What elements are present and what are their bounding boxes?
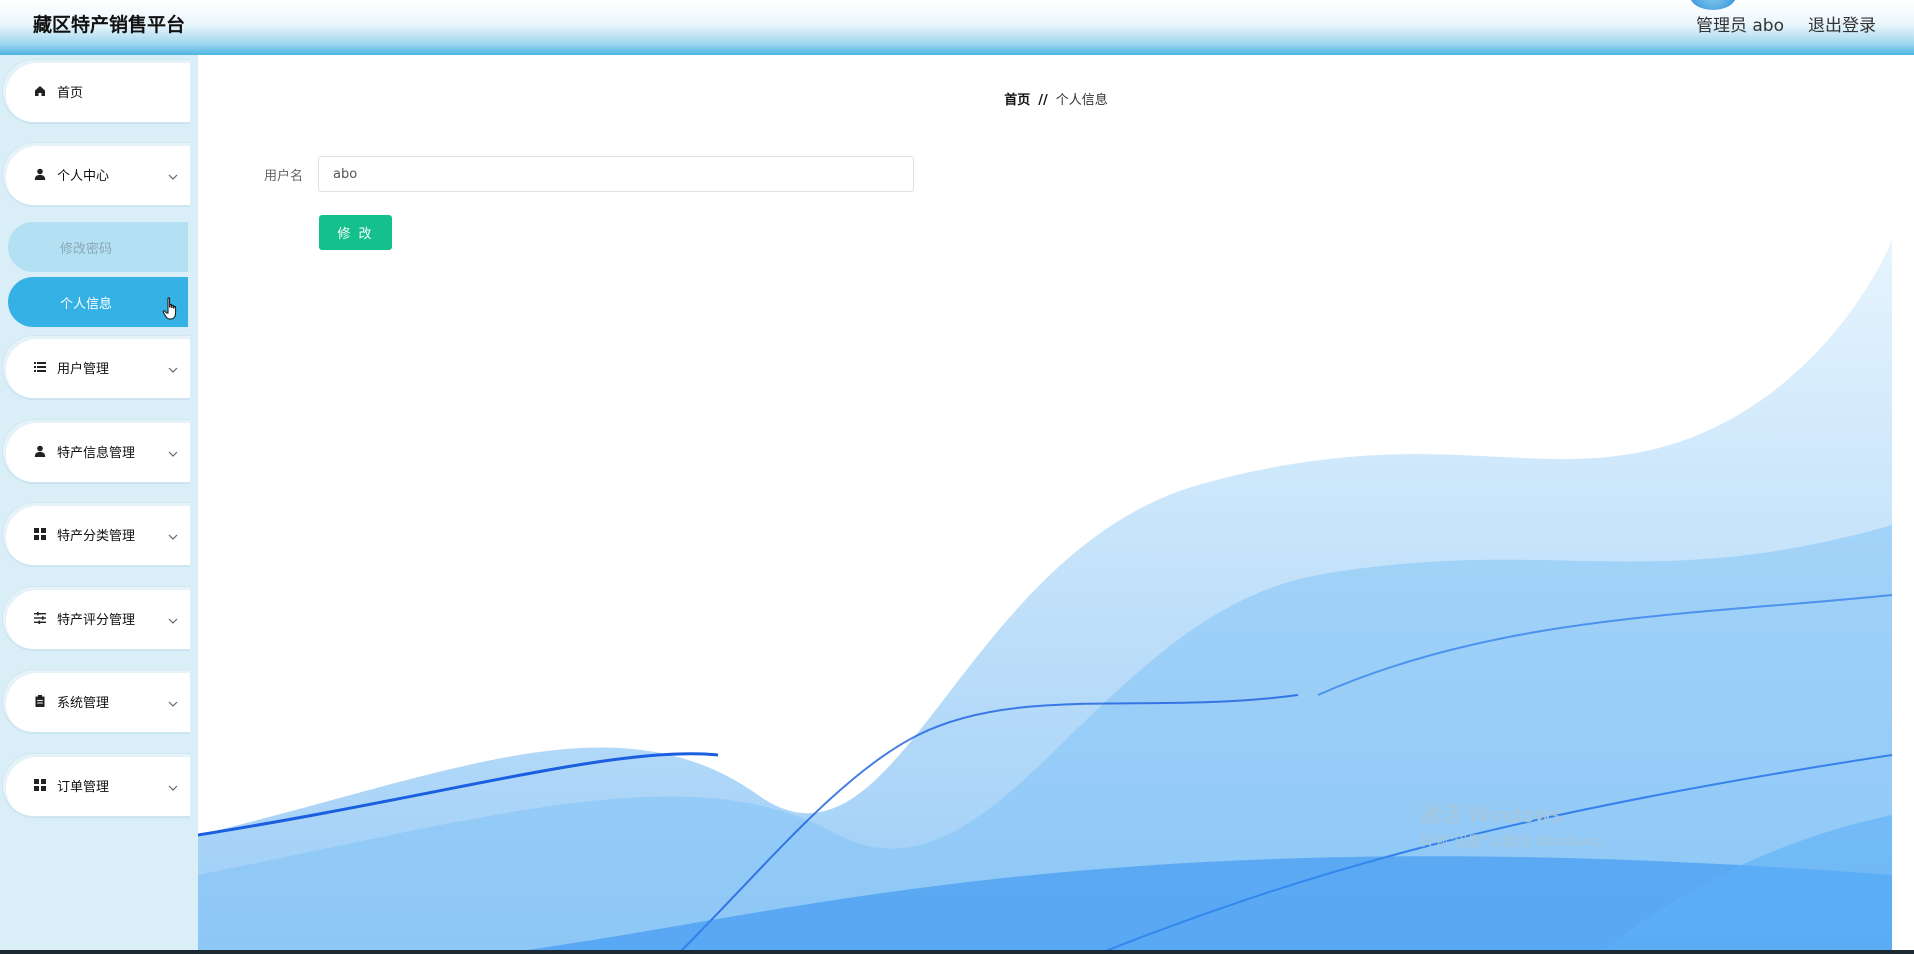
logout-button[interactable]: 退出登录 xyxy=(1808,11,1876,36)
chevron-down-icon xyxy=(168,169,178,184)
sidebar-item-label: 特产分类管理 xyxy=(57,528,136,544)
chevron-down-icon xyxy=(168,362,178,377)
main-content: 首页 // 个人信息 用户名 修 改 xyxy=(198,55,1914,954)
home-icon xyxy=(33,84,47,98)
sidebar-item-label: 系统管理 xyxy=(57,695,110,711)
sidebar-item-label: 特产评分管理 xyxy=(57,612,136,628)
sidebar-subitem-label: 修改密码 xyxy=(60,241,113,257)
sidebar-item-personal-center[interactable]: 个人中心 xyxy=(2,142,190,206)
hand-cursor-icon xyxy=(162,297,177,320)
grid-icon xyxy=(33,778,47,792)
username-input[interactable] xyxy=(318,156,914,192)
sidebar-item-rating[interactable]: 特产评分管理 xyxy=(2,586,190,650)
sidebar-item-label: 用户管理 xyxy=(57,361,110,377)
sliders-icon xyxy=(33,611,47,625)
watermark-line2: 转到"设置"以激活 Windows。 xyxy=(1420,834,1612,850)
taskbar-edge xyxy=(0,950,1914,954)
chevron-down-icon xyxy=(168,696,178,711)
app-title: 藏区特产销售平台 xyxy=(33,14,186,36)
breadcrumb-separator: // xyxy=(1038,93,1048,108)
sidebar-item-home[interactable]: 首页 xyxy=(2,59,190,123)
sidebar-item-label: 订单管理 xyxy=(57,779,110,795)
clipboard-icon xyxy=(33,694,47,708)
sidebar-item-orders[interactable]: 订单管理 xyxy=(2,753,190,817)
breadcrumb-current: 个人信息 xyxy=(1055,93,1108,108)
update-button[interactable]: 修 改 xyxy=(319,215,392,250)
sidebar-subitem-change-password[interactable]: 修改密码 xyxy=(8,222,188,272)
sidebar-item-label: 首页 xyxy=(57,85,84,101)
watermark-line1: 激活 Windows xyxy=(1420,803,1563,827)
breadcrumb: 首页 // 个人信息 xyxy=(198,89,1914,108)
header-decoration xyxy=(1690,0,1736,10)
sidebar-item-label: 特产信息管理 xyxy=(57,445,136,461)
sidebar-item-label: 个人中心 xyxy=(57,168,110,184)
sidebar: 首页 个人中心 修改密码 个人信息 用户管理 特产信息管理 特产分类管理 特产评… xyxy=(0,55,198,954)
breadcrumb-home[interactable]: 首页 xyxy=(1004,93,1030,108)
grid-icon xyxy=(33,527,47,541)
list-icon xyxy=(33,360,47,374)
sidebar-item-category[interactable]: 特产分类管理 xyxy=(2,502,190,566)
chevron-down-icon xyxy=(168,446,178,461)
top-header: 藏区特产销售平台 管理员 abo 退出登录 xyxy=(0,0,1914,55)
current-user[interactable]: 管理员 abo xyxy=(1696,11,1784,36)
windows-activation-watermark: 激活 Windows 转到"设置"以激活 Windows。 xyxy=(1420,799,1612,851)
user-icon xyxy=(33,444,47,458)
sidebar-item-system[interactable]: 系统管理 xyxy=(2,669,190,733)
sidebar-item-user-management[interactable]: 用户管理 xyxy=(2,335,190,399)
sidebar-subitem-label: 个人信息 xyxy=(60,296,113,312)
sidebar-item-product-info[interactable]: 特产信息管理 xyxy=(2,419,190,483)
sidebar-subitem-personal-info[interactable]: 个人信息 xyxy=(8,277,188,327)
username-label: 用户名 xyxy=(264,169,304,184)
chevron-down-icon xyxy=(168,529,178,544)
user-icon xyxy=(33,167,47,181)
chevron-down-icon xyxy=(168,613,178,628)
header-actions: 管理员 abo 退出登录 xyxy=(1696,11,1876,36)
chevron-down-icon xyxy=(168,780,178,795)
